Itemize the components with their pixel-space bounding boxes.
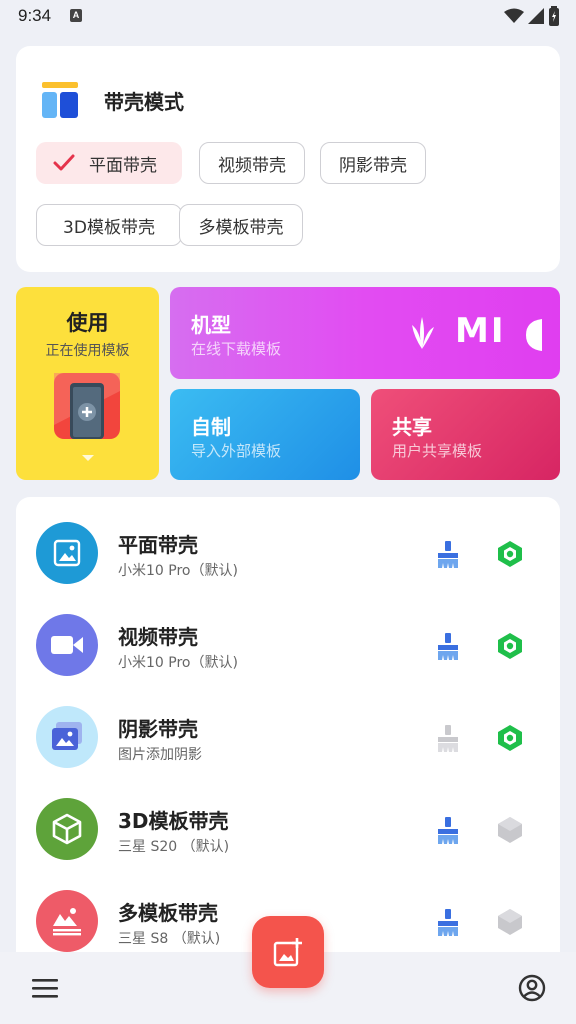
battery-icon xyxy=(549,6,559,26)
avatar xyxy=(36,522,98,584)
mode-card: 带壳模式 平面带壳 视频带壳 阴影带壳 3D模板带壳 多模板带壳 xyxy=(16,46,560,272)
chevron-down-icon xyxy=(82,455,94,461)
status-icons xyxy=(504,6,560,26)
list-item[interactable]: 视频带壳 小米10 Pro（默认) xyxy=(16,589,560,681)
broom-icon[interactable] xyxy=(436,633,460,661)
broom-icon[interactable] xyxy=(436,541,460,569)
chip-multi-template-shell[interactable]: 多模板带壳 xyxy=(179,204,303,246)
app-logo-icon xyxy=(42,82,78,118)
menu-icon[interactable] xyxy=(30,976,60,1000)
diy-tile-title: 自制 xyxy=(191,415,231,439)
broom-icon[interactable] xyxy=(436,909,460,937)
use-tile-title: 使用 xyxy=(66,311,109,335)
cube-icon xyxy=(52,813,82,845)
hexagon-icon[interactable] xyxy=(497,908,523,936)
use-tile-subtitle: 正在使用模板 xyxy=(45,343,130,359)
multi-template-icon xyxy=(53,908,81,936)
model-tile-subtitle: 在线下载模板 xyxy=(191,340,282,358)
list-item-title: 阴影带壳 xyxy=(118,717,198,741)
status-bar: 9:34 A xyxy=(0,0,576,34)
avatar xyxy=(36,614,98,676)
shadow-image-icon xyxy=(52,722,82,750)
list-item-title: 多模板带壳 xyxy=(118,901,218,925)
chip-3d-template-shell[interactable]: 3D模板带壳 xyxy=(36,204,182,246)
notification-icon: A xyxy=(70,9,82,22)
image-icon xyxy=(53,539,81,567)
status-time: 9:34 xyxy=(18,6,52,25)
model-tile[interactable]: 机型 在线下载模板 MI xyxy=(170,287,560,379)
huawei-logo-icon xyxy=(412,317,434,349)
share-tile-subtitle: 用户共享模板 xyxy=(392,442,483,460)
phone-template-icon xyxy=(54,373,120,439)
add-image-fab[interactable] xyxy=(252,916,324,988)
share-tile[interactable]: 共享 用户共享模板 xyxy=(371,389,560,480)
hexagon-icon[interactable] xyxy=(497,632,523,660)
use-tile[interactable]: 使用 正在使用模板 xyxy=(16,287,159,480)
signal-icon xyxy=(528,8,544,24)
list-item-subtitle: 三星 S8 （默认) xyxy=(118,931,221,947)
list-item[interactable]: 阴影带壳 图片添加阴影 xyxy=(16,681,560,773)
hexagon-icon[interactable] xyxy=(497,724,523,752)
check-icon xyxy=(53,154,75,171)
diy-tile-subtitle: 导入外部模板 xyxy=(191,442,282,460)
list-item-subtitle: 小米10 Pro（默认) xyxy=(118,563,238,579)
broom-icon[interactable] xyxy=(436,725,460,753)
add-photo-icon xyxy=(273,938,302,967)
video-icon xyxy=(51,636,83,654)
list-item-subtitle: 图片添加阴影 xyxy=(118,747,202,763)
list-item[interactable]: 平面带壳 小米10 Pro（默认) xyxy=(16,497,560,589)
chip-label: 多模板带壳 xyxy=(198,217,284,238)
diy-tile[interactable]: 自制 导入外部模板 xyxy=(170,389,360,480)
broom-icon[interactable] xyxy=(436,817,460,845)
wifi-icon xyxy=(504,8,524,23)
oneplus-logo-icon xyxy=(526,319,542,351)
hexagon-icon[interactable] xyxy=(497,540,523,568)
model-tile-title: 机型 xyxy=(191,313,231,337)
hexagon-icon[interactable] xyxy=(497,816,523,844)
chip-video-shell[interactable]: 视频带壳 xyxy=(199,142,305,184)
chip-flat-shell[interactable]: 平面带壳 xyxy=(36,142,182,184)
list-item-title: 平面带壳 xyxy=(118,533,198,557)
list-item[interactable]: 3D模板带壳 三星 S20 （默认) xyxy=(16,773,560,865)
chip-label: 3D模板带壳 xyxy=(63,217,155,238)
chip-label: 平面带壳 xyxy=(89,155,157,176)
list-item-subtitle: 小米10 Pro（默认) xyxy=(118,655,238,671)
list-item-title: 视频带壳 xyxy=(118,625,198,649)
avatar xyxy=(36,798,98,860)
template-list: 平面带壳 小米10 Pro（默认) 视频带壳 小米10 Pro（默认) 阴影带壳… xyxy=(16,497,560,967)
list-item-subtitle: 三星 S20 （默认) xyxy=(118,839,230,855)
mi-logo: MI xyxy=(455,311,506,351)
chip-label: 阴影带壳 xyxy=(339,155,407,176)
chip-shadow-shell[interactable]: 阴影带壳 xyxy=(320,142,426,184)
account-icon[interactable] xyxy=(518,974,546,1002)
chip-label: 视频带壳 xyxy=(218,155,286,176)
mode-title: 带壳模式 xyxy=(104,90,184,114)
avatar xyxy=(36,890,98,952)
share-tile-title: 共享 xyxy=(392,415,432,439)
avatar xyxy=(36,706,98,768)
list-item-title: 3D模板带壳 xyxy=(118,809,229,833)
